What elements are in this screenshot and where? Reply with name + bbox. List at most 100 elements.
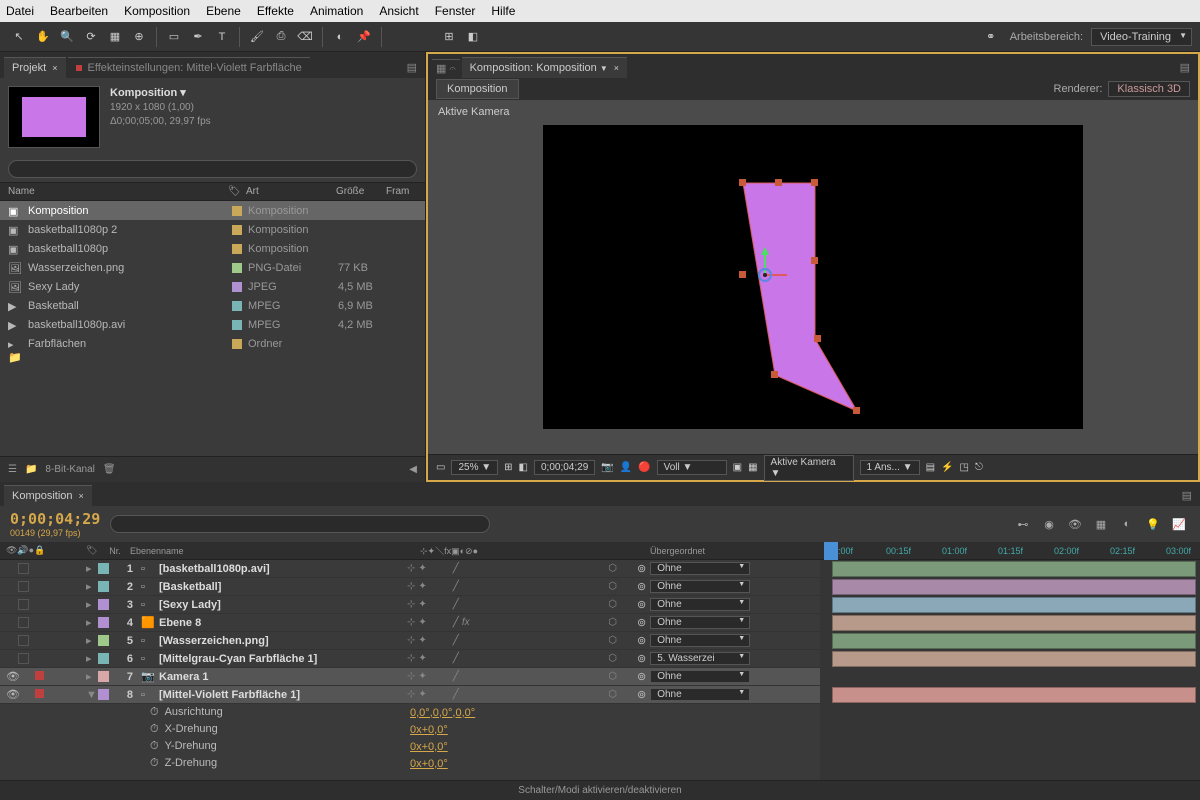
layer-bar[interactable] — [832, 687, 1196, 703]
layer-row[interactable]: ▸ 4 🟧 Ebene 8 ⊹✦╱fx⬡ ⊚Ohne — [0, 614, 820, 632]
view-dropdown[interactable]: Aktive Kamera ▼ — [764, 455, 854, 481]
rect-tool-icon[interactable]: ▭ — [163, 26, 185, 48]
transparency-icon[interactable]: ▦ — [748, 462, 757, 473]
timecode[interactable]: 0;00;04;29 — [10, 510, 100, 528]
menu-animation[interactable]: Animation — [310, 4, 363, 18]
channel-icon[interactable]: 🔴 — [638, 462, 650, 473]
project-item[interactable]: ▣basketball1080pKomposition — [0, 239, 425, 258]
property-row[interactable]: ⏱X-Drehung0x+0,0° — [0, 721, 820, 738]
timeline-icon[interactable]: ◳ — [959, 462, 968, 473]
comp-tab[interactable]: Komposition: Komposition ▼× — [462, 57, 627, 78]
snapshot-icon[interactable]: 📷 — [601, 462, 613, 473]
zoom-tool-icon[interactable]: 🔍 — [56, 26, 78, 48]
puppet-tool-icon[interactable]: 📌 — [353, 26, 375, 48]
hand-tool-icon[interactable]: ✋ — [32, 26, 54, 48]
zoom-dropdown[interactable]: 25% ▼ — [451, 460, 498, 475]
renderer-dropdown[interactable]: Klassisch 3D — [1108, 81, 1190, 97]
layer-row[interactable]: ▸ 6 ▫ [Mittelgrau-Cyan Farbfläche 1] ⊹✦╱… — [0, 650, 820, 668]
layer-bar[interactable] — [832, 615, 1196, 631]
menu-hilfe[interactable]: Hilfe — [491, 4, 515, 18]
resolution-dropdown[interactable]: Voll ▼ — [657, 460, 727, 475]
layer-bar[interactable] — [832, 633, 1196, 649]
parent-dropdown[interactable]: 5. Wasserzei — [650, 652, 750, 665]
comp-grip-icon[interactable]: ▦ 𝄐 — [432, 59, 460, 78]
fast-preview-icon[interactable]: ⚡ — [941, 462, 953, 473]
draft3d-icon[interactable]: ◉ — [1038, 513, 1060, 535]
motion-blur-icon[interactable]: ◐ — [1116, 513, 1138, 535]
panel-menu-icon[interactable]: ▤ — [1178, 485, 1196, 506]
property-row[interactable]: ⏱Ausrichtung0,0°,0,0°,0,0° — [0, 704, 820, 721]
panel-menu-icon[interactable]: ▤ — [1176, 57, 1194, 78]
workspace-dropdown[interactable]: Video-Training — [1091, 28, 1192, 46]
roto-tool-icon[interactable]: ◐ — [329, 26, 351, 48]
panel-menu-icon[interactable]: ▤ — [403, 57, 421, 78]
menu-ebene[interactable]: Ebene — [206, 4, 241, 18]
parent-dropdown[interactable]: Ohne — [650, 598, 750, 611]
project-item[interactable]: ▣basketball1080p 2Komposition — [0, 220, 425, 239]
close-icon[interactable]: × — [52, 63, 57, 73]
layer-row[interactable]: ▸ 5 ▫ [Wasserzeichen.png] ⊹✦╱⬡ ⊚Ohne — [0, 632, 820, 650]
parent-dropdown[interactable]: Ohne — [650, 634, 750, 647]
stamp-tool-icon[interactable]: ⎙ — [270, 26, 292, 48]
project-item[interactable]: ▶BasketballMPEG6,9 MB — [0, 296, 425, 315]
eraser-tool-icon[interactable]: ⌫ — [294, 26, 316, 48]
layer-row[interactable]: 👁 ▼ 8 ▫ [Mittel-Violett Farbfläche 1] ⊹✦… — [0, 686, 820, 704]
timeline-tab[interactable]: Komposition× — [4, 485, 92, 506]
project-title[interactable]: Komposition ▾ — [110, 86, 211, 101]
selection-tool-icon[interactable]: ↖ — [8, 26, 30, 48]
parent-dropdown[interactable]: Ohne — [650, 616, 750, 629]
layer-bar[interactable] — [832, 651, 1196, 667]
time-ruler[interactable]: :00f 00:15f 01:00f 01:15f 02:00f 02:15f … — [820, 542, 1200, 560]
bit-depth-button[interactable]: 8-Bit-Kanal — [45, 464, 94, 475]
menu-fenster[interactable]: Fenster — [435, 4, 476, 18]
parent-dropdown[interactable]: Ohne — [650, 562, 750, 575]
layer-bar[interactable] — [832, 597, 1196, 613]
mask-icon[interactable]: ◧ — [519, 462, 528, 473]
playhead[interactable] — [824, 542, 838, 560]
search-help-icon[interactable]: ⚭ — [980, 26, 1002, 48]
brush-tool-icon[interactable]: 🖌 — [246, 26, 268, 48]
project-item[interactable]: ▸ 📁FarbflächenOrdner — [0, 334, 425, 353]
layer-bar[interactable] — [832, 561, 1196, 577]
layer-row[interactable]: ▸ 2 ▫ [Basketball] ⊹✦╱⬡ ⊚Ohne — [0, 578, 820, 596]
frame-blend-icon[interactable]: ▦ — [1090, 513, 1112, 535]
shy-icon[interactable]: 👁 — [1064, 513, 1086, 535]
menu-ansicht[interactable]: Ansicht — [379, 4, 418, 18]
grid-icon[interactable]: ⊞ — [504, 462, 512, 473]
layer-row[interactable]: ▸ 1 ▫ [basketball1080p.avi] ⊹✦╱⬡ ⊚Ohne — [0, 560, 820, 578]
viewport[interactable]: Aktive Kamera — [428, 100, 1198, 454]
project-item[interactable]: ▣KompositionKomposition — [0, 201, 425, 220]
parent-dropdown[interactable]: Ohne — [650, 688, 750, 701]
folder-icon[interactable]: 📁 — [25, 464, 37, 475]
menu-komposition[interactable]: Komposition — [124, 4, 190, 18]
brainstorm-icon[interactable]: 💡 — [1142, 513, 1164, 535]
magnify-icon[interactable]: ▭ — [436, 462, 445, 473]
layer-row[interactable]: ▸ 3 ▫ [Sexy Lady] ⊹✦╱⬡ ⊚Ohne — [0, 596, 820, 614]
rotate-tool-icon[interactable]: ⟳ — [80, 26, 102, 48]
menu-bearbeiten[interactable]: Bearbeiten — [50, 4, 108, 18]
timeline-search-input[interactable] — [110, 515, 490, 533]
toggle-switches-button[interactable]: Schalter/Modi aktivieren/deaktivieren — [518, 785, 681, 796]
parent-dropdown[interactable]: Ohne — [650, 580, 750, 593]
layer-bar[interactable] — [832, 579, 1196, 595]
show-snapshot-icon[interactable]: 👤 — [620, 462, 632, 473]
tab-effekteinstellungen[interactable]: Effekteinstellungen: Mittel-Violett Farb… — [68, 57, 310, 78]
camera-tool-icon[interactable]: ▦ — [104, 26, 126, 48]
project-search-input[interactable] — [8, 160, 417, 178]
property-row[interactable]: ⏱Y-Drehung0x+0,0° — [0, 738, 820, 755]
trash-icon[interactable]: 🗑 — [103, 464, 116, 475]
pixel-aspect-icon[interactable]: ▤ — [926, 462, 935, 473]
menu-effekte[interactable]: Effekte — [257, 4, 294, 18]
project-item[interactable]: ▶basketball1080p.aviMPEG4,2 MB — [0, 315, 425, 334]
pan-behind-tool-icon[interactable]: ⊕ — [128, 26, 150, 48]
project-columns-header[interactable]: Name 🏷 Art Größe Fram — [0, 182, 425, 201]
snap-icon[interactable]: ⊞ — [438, 26, 460, 48]
graph-editor-icon[interactable]: 📈 — [1168, 513, 1190, 535]
text-tool-icon[interactable]: T — [211, 26, 233, 48]
roi-icon[interactable]: ▣ — [733, 462, 742, 473]
parent-dropdown[interactable]: Ohne — [650, 670, 750, 683]
pen-tool-icon[interactable]: ✒ — [187, 26, 209, 48]
3d-layer-shape[interactable] — [729, 171, 909, 451]
layer-row[interactable]: 👁 ▸ 7 📷 Kamera 1 ⊹✦╱⬡ ⊚Ohne — [0, 668, 820, 686]
close-icon[interactable]: × — [614, 63, 619, 73]
